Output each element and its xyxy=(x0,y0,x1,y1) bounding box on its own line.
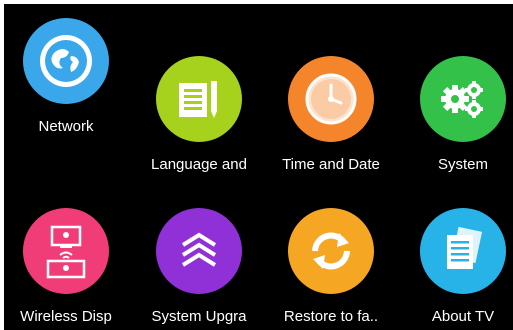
tile-wireless-display-label: Wireless Disp xyxy=(20,308,112,325)
system-upgrade-circle xyxy=(156,208,242,294)
tile-about-tv[interactable]: About TV xyxy=(403,208,513,326)
time-date-circle xyxy=(288,56,374,142)
tile-time-date-label: Time and Date xyxy=(282,156,380,173)
network-icon xyxy=(40,35,92,87)
tile-system-label: System xyxy=(437,156,488,173)
tile-network-label: Network xyxy=(38,118,94,135)
tile-system-upgrade[interactable]: System Upgra xyxy=(139,208,259,326)
clock-icon xyxy=(305,73,357,125)
wireless-display-icon xyxy=(46,225,86,279)
tile-restore-label: Restore to fa.. xyxy=(283,308,379,325)
restore-icon xyxy=(312,232,350,270)
language-circle xyxy=(156,56,242,142)
tile-wireless-display[interactable]: Wireless Disp xyxy=(6,208,126,326)
network-circle xyxy=(23,18,109,104)
document-icon xyxy=(447,226,483,269)
restore-circle xyxy=(288,208,374,294)
tile-language[interactable]: Language and xyxy=(139,56,259,174)
upgrade-icon xyxy=(181,232,217,267)
tile-about-tv-label: About TV xyxy=(431,308,495,325)
wireless-display-circle xyxy=(23,208,109,294)
tile-restore[interactable]: Restore to fa.. xyxy=(271,208,391,326)
tile-time-date[interactable]: Time and Date xyxy=(271,56,391,174)
tile-language-label: Language and xyxy=(151,156,247,173)
language-icon xyxy=(179,81,217,118)
tile-system-upgrade-label: System Upgra xyxy=(151,308,247,325)
about-tv-circle xyxy=(420,208,506,294)
tile-network[interactable]: Network xyxy=(6,18,126,136)
gears-icon xyxy=(441,81,483,118)
tile-system[interactable]: System xyxy=(403,56,513,174)
system-circle xyxy=(420,56,506,142)
